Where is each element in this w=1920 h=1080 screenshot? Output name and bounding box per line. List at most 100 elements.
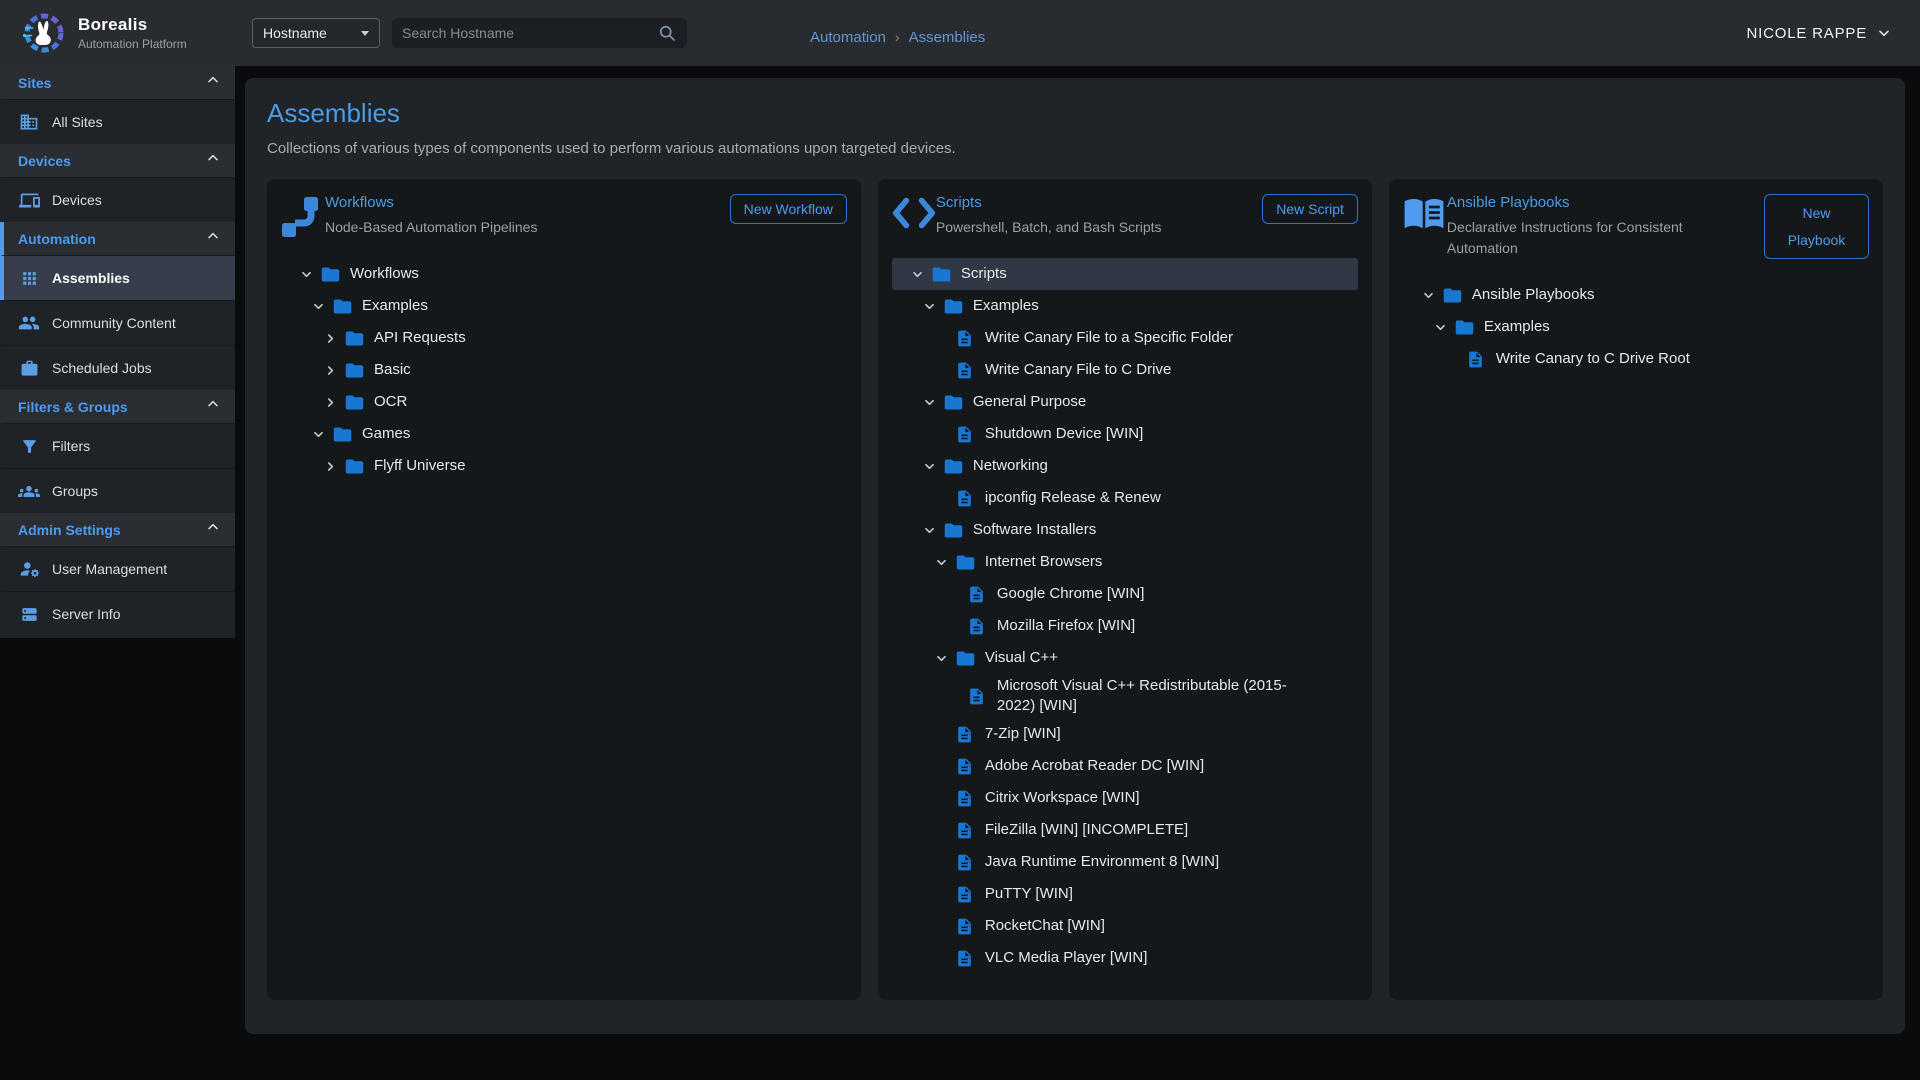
tree-row-examples[interactable]: Examples [281, 290, 847, 322]
brand-tagline: Automation Platform [78, 37, 187, 51]
chevron-right-icon[interactable] [322, 394, 344, 411]
new-script-button[interactable]: New Script [1262, 194, 1358, 224]
chevron-down-icon[interactable] [921, 394, 943, 411]
sidebar-item-label: Scheduled Jobs [52, 360, 152, 376]
chevron-down-icon[interactable] [933, 650, 955, 667]
tree-row-label: Mozilla Firefox [WIN] [997, 616, 1135, 636]
tree-row-filezilla-win-incomplete[interactable]: FileZilla [WIN] [INCOMPLETE] [892, 815, 1358, 847]
tree-row-visual-c[interactable]: Visual C++ [892, 642, 1358, 674]
tree-row-ansible-playbooks[interactable]: Ansible Playbooks [1403, 279, 1869, 311]
file-icon [955, 757, 985, 776]
scripts-card-header: Scripts Powershell, Batch, and Bash Scri… [892, 194, 1358, 238]
tree-row-internet-browsers[interactable]: Internet Browsers [892, 546, 1358, 578]
chevron-down-icon[interactable] [921, 458, 943, 475]
sidebar-section-devices[interactable]: Devices [0, 144, 235, 177]
tree-row-java-runtime-environment-8-win[interactable]: Java Runtime Environment 8 [WIN] [892, 847, 1358, 879]
tree-row-flyff-universe[interactable]: Flyff Universe [281, 450, 847, 482]
chevron-up-icon [205, 228, 221, 249]
workflows-card: Workflows Node-Based Automation Pipeline… [267, 179, 861, 1000]
chevron-up-icon [205, 150, 221, 171]
chevron-down-icon[interactable] [298, 266, 320, 283]
tree-row-google-chrome-win[interactable]: Google Chrome [WIN] [892, 578, 1358, 610]
search-input[interactable] [402, 25, 657, 41]
sidebar-item-filters[interactable]: Filters [0, 423, 235, 468]
building-icon [18, 111, 40, 133]
chevron-right-icon[interactable] [322, 458, 344, 475]
chevron-down-icon[interactable] [933, 554, 955, 571]
sidebar-item-scheduled-jobs[interactable]: Scheduled Jobs [0, 345, 235, 390]
tree-row-label: Ansible Playbooks [1472, 285, 1595, 305]
tree-row-ipconfig-release-renew[interactable]: ipconfig Release & Renew [892, 482, 1358, 514]
tree-row-label: Java Runtime Environment 8 [WIN] [985, 852, 1219, 872]
sidebar-section-automation[interactable]: Automation [0, 222, 235, 255]
chevron-right-icon[interactable] [322, 362, 344, 379]
sidebar-section-sites[interactable]: Sites [0, 66, 235, 99]
new-playbook-button[interactable]: New Playbook [1764, 194, 1869, 259]
tree-row-label: VLC Media Player [WIN] [985, 948, 1148, 968]
tree-row-write-canary-file-to-a-specific-folder[interactable]: Write Canary File to a Specific Folder [892, 322, 1358, 354]
sidebar-section-admin-settings[interactable]: Admin Settings [0, 513, 235, 546]
tree-row-scripts[interactable]: Scripts [892, 258, 1358, 290]
sidebar-item-all-sites[interactable]: All Sites [0, 99, 235, 144]
tree-row-api-requests[interactable]: API Requests [281, 322, 847, 354]
folder-icon [931, 264, 961, 285]
page-title: Assemblies [267, 98, 1883, 129]
chevron-down-icon[interactable] [921, 522, 943, 539]
tree-row-7-zip-win[interactable]: 7-Zip [WIN] [892, 719, 1358, 751]
tree-row-putty-win[interactable]: PuTTY [WIN] [892, 879, 1358, 911]
breadcrumb-item-automation[interactable]: Automation [810, 29, 886, 46]
chevron-down-icon[interactable] [1432, 319, 1454, 336]
tree-row-citrix-workspace-win[interactable]: Citrix Workspace [WIN] [892, 783, 1358, 815]
tree-row-label: Flyff Universe [374, 456, 465, 476]
folder-icon [1442, 285, 1472, 306]
sidebar-section-label: Sites [18, 75, 51, 91]
tree-row-write-canary-file-to-c-drive[interactable]: Write Canary File to C Drive [892, 354, 1358, 386]
chevron-down-icon[interactable] [310, 298, 332, 315]
tree-row-workflows[interactable]: Workflows [281, 258, 847, 290]
tree-row-software-installers[interactable]: Software Installers [892, 514, 1358, 546]
sidebar-item-user-management[interactable]: User Management [0, 546, 235, 591]
sidebar-item-community-content[interactable]: Community Content [0, 300, 235, 345]
tree-row-mozilla-firefox-win[interactable]: Mozilla Firefox [WIN] [892, 610, 1358, 642]
tree-row-label: Write Canary File to a Specific Folder [985, 328, 1233, 348]
sidebar-section-filters-groups[interactable]: Filters & Groups [0, 390, 235, 423]
card-subtitle: Powershell, Batch, and Bash Scripts [936, 217, 1236, 238]
main-panel: Assemblies Collections of various types … [245, 78, 1905, 1034]
tree-row-shutdown-device-win[interactable]: Shutdown Device [WIN] [892, 418, 1358, 450]
tree-row-games[interactable]: Games [281, 418, 847, 450]
tree-row-networking[interactable]: Networking [892, 450, 1358, 482]
sidebar-item-server-info[interactable]: Server Info [0, 591, 235, 636]
tree-row-vlc-media-player-win[interactable]: VLC Media Player [WIN] [892, 943, 1358, 975]
search-box [392, 18, 687, 48]
hostname-select[interactable]: Hostname [252, 18, 380, 48]
tree-row-rocketchat-win[interactable]: RocketChat [WIN] [892, 911, 1358, 943]
server-icon [18, 603, 40, 625]
new-workflow-button[interactable]: New Workflow [730, 194, 847, 224]
card-title: Workflows [325, 194, 720, 211]
borealis-logo-icon [20, 10, 66, 56]
chevron-down-icon[interactable] [1420, 287, 1442, 304]
tree-row-ocr[interactable]: OCR [281, 386, 847, 418]
tree-row-label: Scripts [961, 264, 1007, 284]
tree-row-adobe-acrobat-reader-dc-win[interactable]: Adobe Acrobat Reader DC [WIN] [892, 751, 1358, 783]
chevron-down-icon[interactable] [310, 426, 332, 443]
tree-row-examples[interactable]: Examples [1403, 311, 1869, 343]
tree-row-basic[interactable]: Basic [281, 354, 847, 386]
chevron-down-icon[interactable] [909, 266, 931, 283]
breadcrumb-item-assemblies[interactable]: Assemblies [909, 29, 986, 46]
sidebar-item-assemblies[interactable]: Assemblies [0, 255, 235, 300]
tree-row-examples[interactable]: Examples [892, 290, 1358, 322]
tree-row-microsoft-visual-c-redistributable-2015-2022-win[interactable]: Microsoft Visual C++ Redistributable (20… [892, 674, 1358, 719]
chevron-right-icon[interactable] [322, 330, 344, 347]
scripts-tree: Scripts Examples Write Canary File to a Sp… [892, 258, 1358, 975]
search-icon [657, 23, 677, 43]
tree-row-general-purpose[interactable]: General Purpose [892, 386, 1358, 418]
sidebar-item-groups[interactable]: Groups [0, 468, 235, 513]
cards-row: Workflows Node-Based Automation Pipeline… [267, 179, 1883, 1000]
card-title: Ansible Playbooks [1447, 194, 1754, 211]
tree-row-label: Write Canary to C Drive Root [1496, 349, 1690, 369]
user-menu[interactable]: NICOLE RAPPE [1747, 25, 1892, 42]
chevron-down-icon[interactable] [921, 298, 943, 315]
tree-row-write-canary-to-c-drive-root[interactable]: Write Canary to C Drive Root [1403, 343, 1869, 375]
sidebar-item-devices[interactable]: Devices [0, 177, 235, 222]
